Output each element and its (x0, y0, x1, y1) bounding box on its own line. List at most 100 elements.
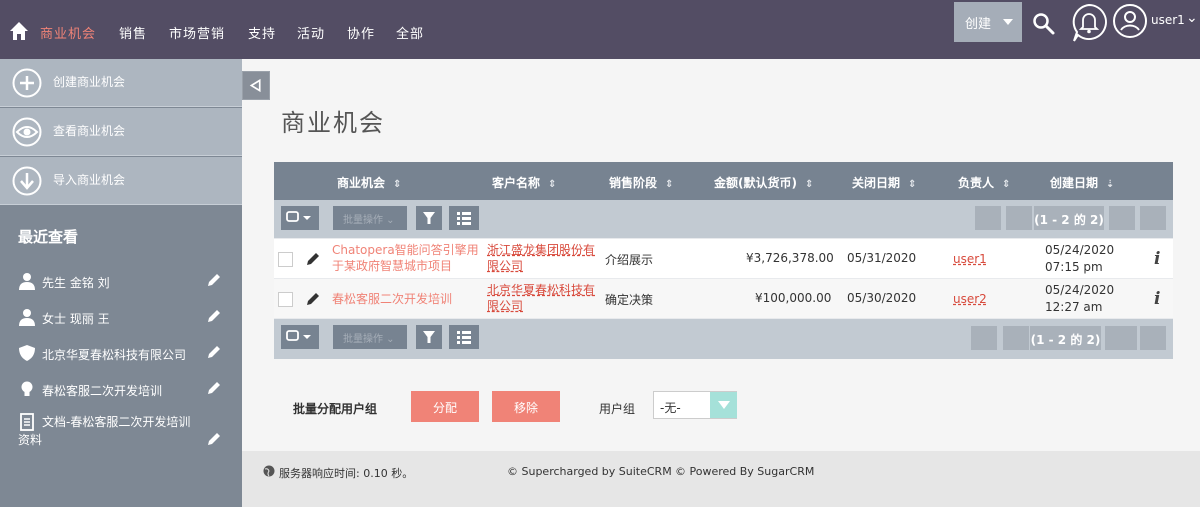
bulk-action-label: 批量操作 (343, 334, 383, 345)
sidebar-action-label: 查看商业机会 (53, 124, 126, 138)
recent-item[interactable]: 北京华夏春松科技有限公司 (0, 337, 242, 371)
column-chooser-icon[interactable] (449, 325, 479, 349)
first-page-icon[interactable] (971, 326, 997, 350)
nav-item-opportunities[interactable]: 商业机会 (40, 23, 96, 42)
sugarcrm-link[interactable]: © Powered By SugarCRM (675, 465, 814, 478)
sidebar: 创建商业机会 查看商业机会 导入商业机会 最近查看 先生 金铭 刘 女士 现丽 … (0, 59, 242, 507)
bulk-action-button[interactable]: 批量操作 ⌄ (333, 325, 407, 349)
eye-icon (12, 117, 42, 147)
column-header[interactable]: 关闭日期 ⇕ (852, 174, 916, 191)
select-all-dropdown[interactable] (281, 325, 319, 349)
bulk-action-button[interactable]: 批量操作 ⌄ (333, 206, 407, 230)
table-header: 商业机会 ⇕ 客户名称 ⇕ 销售阶段 ⇕ 金额(默认货币) ⇕ 关闭日期 ⇕ 负责人 ⇕ 创… (274, 162, 1173, 200)
home-icon[interactable] (9, 21, 29, 41)
sidebar-action-create[interactable]: 创建商业机会 (0, 59, 242, 107)
owner-link[interactable]: user1 (953, 252, 987, 266)
next-page-icon[interactable] (1105, 326, 1137, 350)
suitecrm-link[interactable]: © Supercharged by SuiteCRM (507, 465, 672, 478)
nav-item-marketing[interactable]: 市场营销 (169, 23, 225, 42)
recent-title: 最近查看 (18, 228, 79, 246)
nav-item-support[interactable]: 支持 (248, 23, 276, 42)
recent-item[interactable]: 女士 现丽 王 (0, 301, 242, 335)
pencil-icon[interactable] (206, 431, 222, 447)
opportunity-name-line2: 于某政府智慧城市项目 (332, 259, 453, 273)
row-checkbox[interactable] (278, 252, 293, 267)
last-page-icon[interactable] (1140, 326, 1166, 350)
chevron-down-icon[interactable]: ⌄ (1186, 10, 1198, 26)
pencil-icon[interactable] (305, 251, 321, 267)
column-header[interactable]: 金额(默认货币) ⇕ (714, 174, 813, 191)
pagination-label: (1 - 2 的 2) (1034, 206, 1104, 230)
username-label[interactable]: user1 (1151, 13, 1185, 27)
sales-stage: 介绍展示 (605, 253, 654, 267)
sort-icon: ⇕ (548, 179, 557, 190)
column-header[interactable]: 商业机会 ⇕ (337, 174, 401, 191)
column-header[interactable]: 销售阶段 ⇕ (609, 174, 673, 191)
recent-item[interactable]: 春松客服二次开发培训 (0, 373, 242, 407)
recent-item-label: 北京华夏春松科技有限公司 (42, 348, 187, 362)
table-toolbar-bottom: 批量操作 ⌄ (1 - 2 的 2) (274, 319, 1173, 359)
owner-link[interactable]: user2 (953, 292, 987, 306)
nav-item-collaboration[interactable]: 协作 (347, 23, 375, 42)
pagination-label: (1 - 2 的 2) (1030, 326, 1101, 350)
sort-icon: ⇕ (665, 179, 674, 190)
user-group-select[interactable]: -无- (653, 391, 737, 419)
user-group-label: 用户组 (599, 402, 636, 416)
nav-item-activities[interactable]: 活动 (297, 23, 325, 42)
account-name-link[interactable]: 北京华夏春松科技有 限公司 (487, 282, 595, 314)
account-name-link[interactable]: 浙江盛龙集团股份有 限公司 (487, 242, 595, 274)
sidebar-action-view[interactable]: 查看商业机会 (0, 108, 242, 156)
column-chooser-icon[interactable] (449, 206, 479, 230)
pencil-icon[interactable] (206, 344, 222, 360)
chevron-down-icon (710, 392, 737, 418)
pencil-icon[interactable] (206, 380, 222, 396)
search-icon[interactable] (1032, 12, 1056, 36)
recent-item[interactable]: 文档-春松客服二次开发培训 资料 (0, 409, 242, 453)
table-row: 春松客服二次开发培训 北京华夏春松科技有 限公司 确定决策 ¥100,000.0… (274, 279, 1173, 318)
last-page-icon[interactable] (1140, 206, 1166, 230)
prev-page-icon[interactable] (1006, 206, 1032, 230)
collapse-sidebar-icon[interactable] (242, 71, 270, 100)
assign-button[interactable]: 分配 (411, 391, 479, 422)
top-navbar: 商业机会 销售 市场营销 支持 活动 协作 全部 创建 user1 ⌄ (0, 0, 1200, 59)
column-header[interactable]: 负责人 ⇕ (958, 174, 1010, 191)
shield-icon (19, 345, 35, 361)
pencil-icon[interactable] (305, 291, 321, 307)
pencil-icon[interactable] (206, 308, 222, 324)
account-name-line1: 北京华夏春松科技有 (487, 283, 596, 297)
created-date: 05/24/2020 07:15 pm (1045, 242, 1114, 276)
create-button[interactable]: 创建 (954, 2, 1022, 42)
prev-page-icon[interactable] (1003, 326, 1029, 350)
column-header[interactable]: 创建日期 ⇣ (1050, 174, 1114, 191)
chevron-down-icon (1003, 19, 1013, 25)
nav-item-sales[interactable]: 销售 (119, 23, 147, 42)
first-page-icon[interactable] (975, 206, 1001, 230)
recent-item[interactable]: 先生 金铭 刘 (0, 265, 242, 299)
user-avatar-icon[interactable] (1112, 3, 1148, 39)
nav-item-all[interactable]: 全部 (396, 23, 424, 42)
recent-item-label: 文档-春松客服二次开发培训 (42, 415, 191, 429)
account-name-line2: 限公司 (487, 299, 524, 313)
filter-icon[interactable] (416, 206, 442, 230)
remove-button[interactable]: 移除 (492, 391, 560, 422)
created-date-day: 05/24/2020 (1045, 243, 1115, 257)
opportunity-name-link[interactable]: 春松客服二次开发培训 (332, 291, 452, 307)
create-button-label: 创建 (965, 17, 992, 32)
row-checkbox[interactable] (278, 292, 293, 307)
bell-icon[interactable] (1070, 3, 1108, 43)
person-icon (19, 273, 35, 290)
list-view-table: 商业机会 ⇕ 客户名称 ⇕ 销售阶段 ⇕ 金额(默认货币) ⇕ 关闭日期 ⇕ 负责人 ⇕ 创… (274, 162, 1173, 359)
column-header[interactable]: 客户名称 ⇕ (492, 174, 556, 191)
filter-icon[interactable] (416, 325, 442, 349)
recent-item-label: 女士 现丽 王 (42, 312, 110, 326)
created-date-time: 07:15 pm (1045, 260, 1103, 274)
select-all-dropdown[interactable] (281, 206, 319, 230)
pencil-icon[interactable] (206, 272, 222, 288)
bulk-assign-label: 批量分配用户组 (293, 402, 378, 416)
info-icon[interactable]: i (1154, 249, 1160, 269)
info-icon[interactable]: i (1154, 289, 1160, 309)
opportunity-name-link[interactable]: Chatopera智能问答引擎用 于某政府智慧城市项目 (332, 242, 479, 274)
created-date-day: 05/24/2020 (1045, 283, 1115, 297)
next-page-icon[interactable] (1109, 206, 1135, 230)
sidebar-action-import[interactable]: 导入商业机会 (0, 157, 242, 205)
